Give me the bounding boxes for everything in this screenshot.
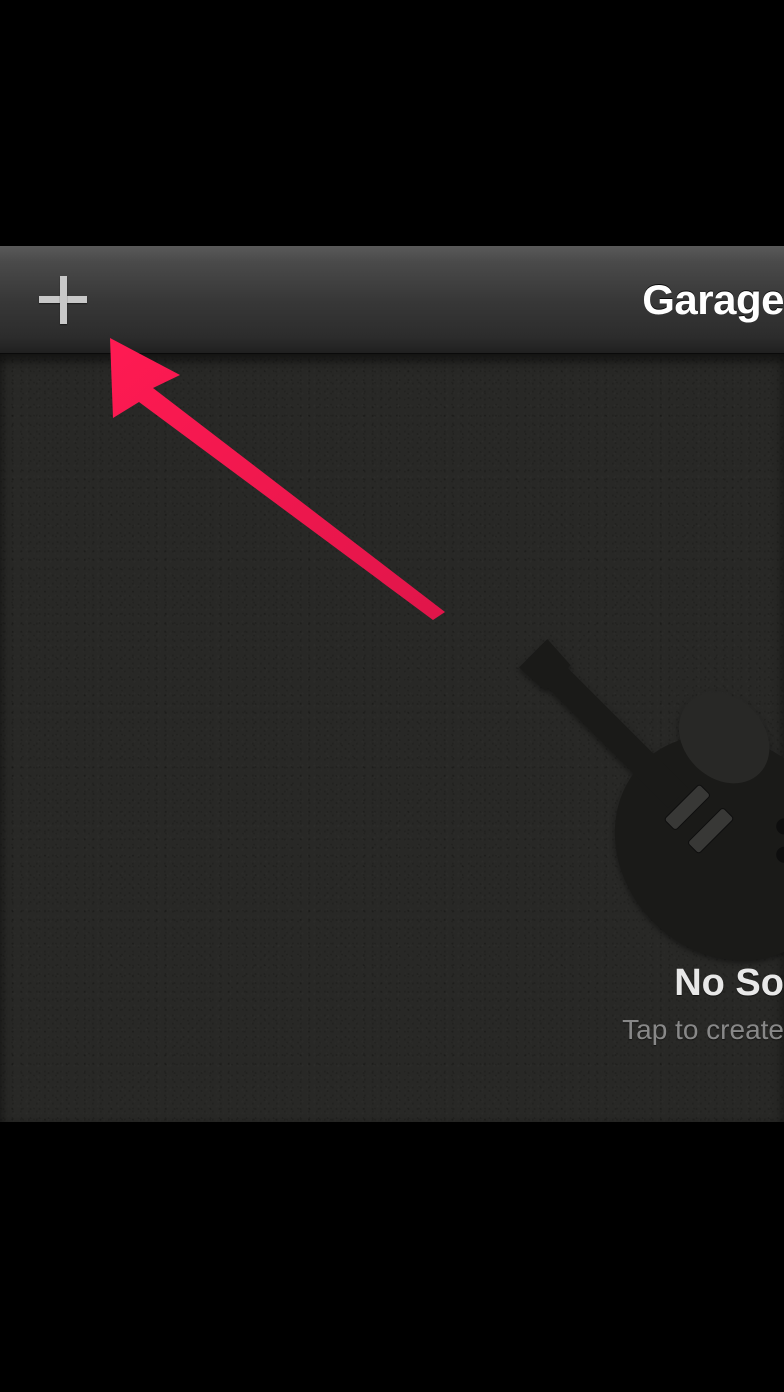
empty-state-title: No So [674,962,784,1005]
app-title: Garage [642,276,784,324]
content-area[interactable]: No So Tap to create [0,354,784,1122]
add-button[interactable] [28,265,98,335]
toolbar: Garage [0,246,784,354]
empty-state-subtitle: Tap to create [622,1014,784,1046]
app-container: Garage [0,246,784,1122]
guitar-icon [464,584,784,984]
